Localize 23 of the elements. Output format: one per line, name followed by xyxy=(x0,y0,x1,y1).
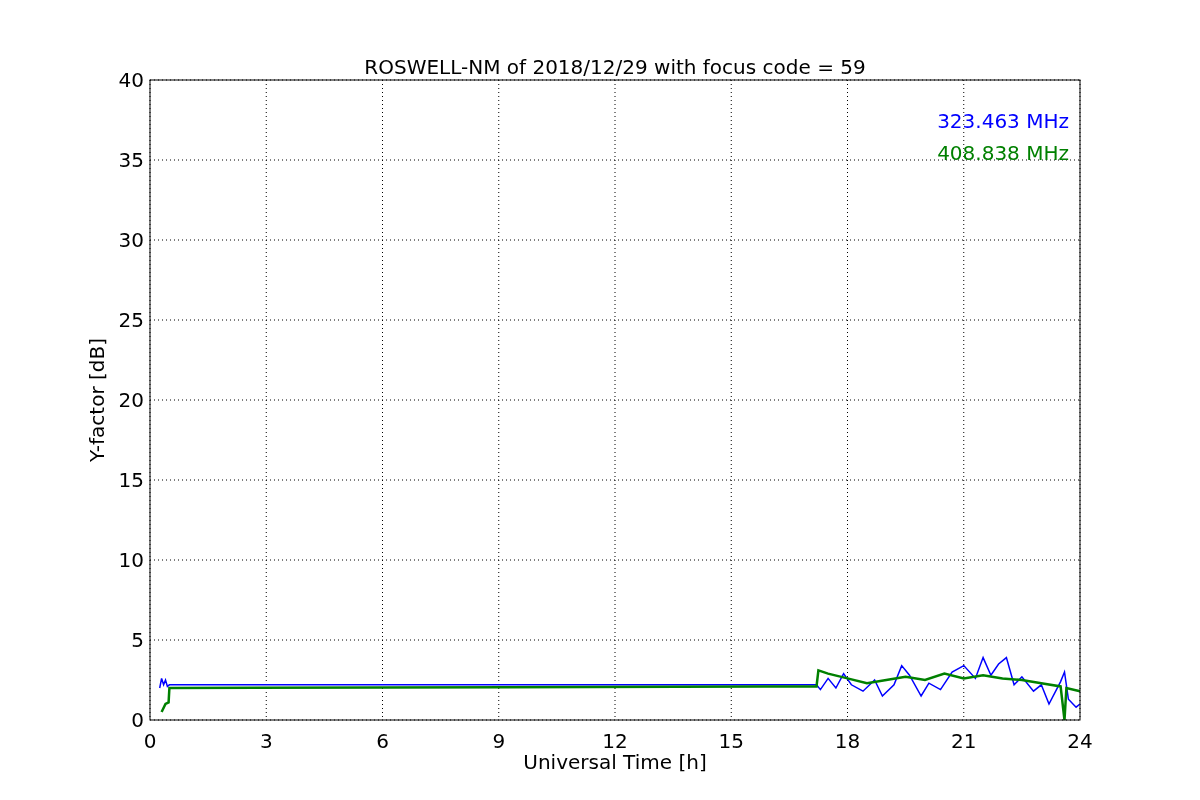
y-tick-label: 40 xyxy=(118,68,144,92)
x-tick-label: 0 xyxy=(143,729,157,753)
x-tick-label: 6 xyxy=(376,729,389,753)
x-tick-label: 9 xyxy=(492,729,506,753)
y-tick-label: 35 xyxy=(118,148,144,172)
x-tick-label: 15 xyxy=(718,729,744,753)
y-tick-label: 5 xyxy=(131,628,144,652)
chart-title: ROSWELL-NM of 2018/12/29 with focus code = 59 xyxy=(364,55,866,79)
y-tick-label: 20 xyxy=(118,388,144,412)
y-tick-label: 25 xyxy=(118,308,144,332)
y-axis-label: Y-factor [dB] xyxy=(85,338,109,462)
legend-label: 323.463 MHz xyxy=(937,109,1069,133)
x-tick-label: 21 xyxy=(951,729,977,753)
x-tick-label: 12 xyxy=(602,729,628,753)
x-tick-label: 3 xyxy=(259,729,273,753)
legend-label: 408.838 MHz xyxy=(937,141,1069,165)
y-tick-label: 30 xyxy=(118,228,144,252)
x-axis-label: Universal Time [h] xyxy=(523,750,707,774)
x-tick-label: 18 xyxy=(834,729,861,753)
y-tick-label: 10 xyxy=(118,548,144,572)
y-tick-label: 0 xyxy=(131,708,144,732)
x-tick-label: 24 xyxy=(1067,729,1093,753)
y-tick-label: 15 xyxy=(118,468,144,492)
